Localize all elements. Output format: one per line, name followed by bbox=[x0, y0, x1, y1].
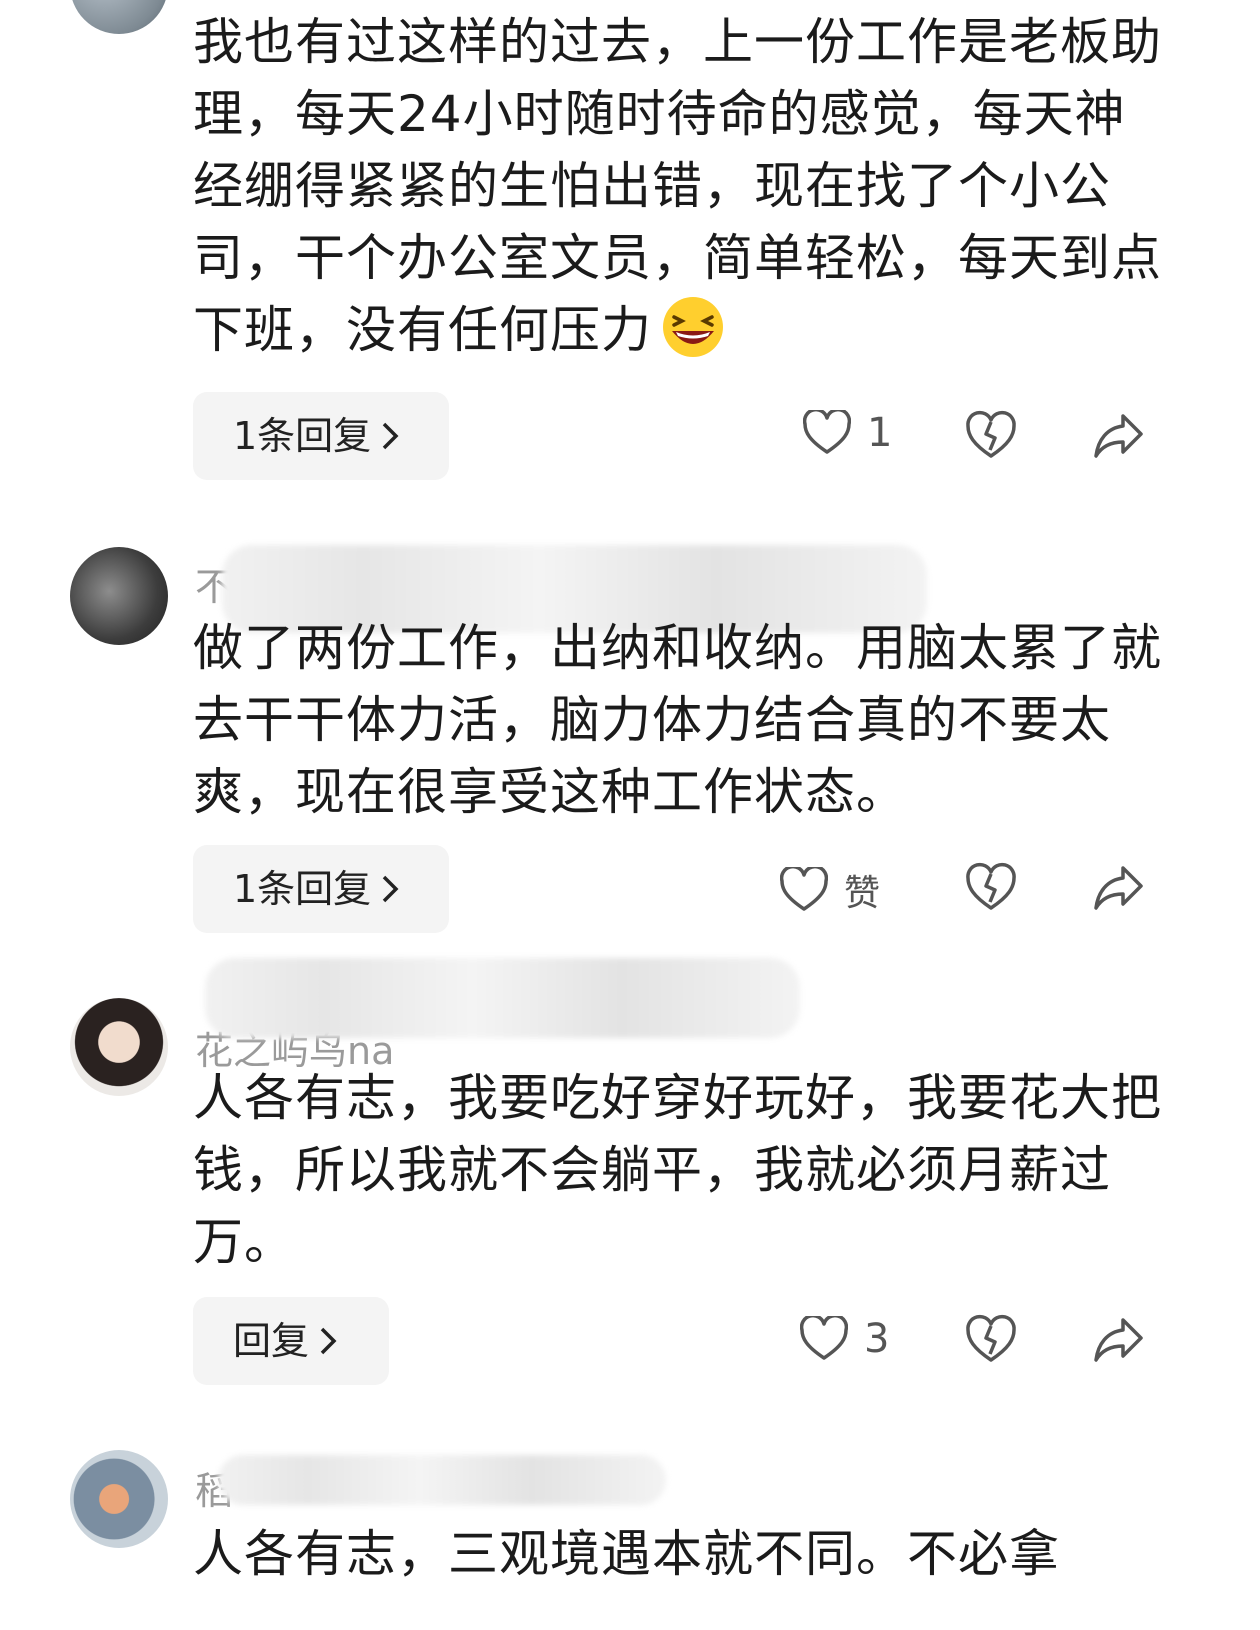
dislike-button[interactable] bbox=[965, 862, 1017, 914]
comment-text: 做了两份工作，出纳和收纳。用脑太累了就去干干体力活，脑力体力结合真的不要太爽，现… bbox=[193, 619, 1162, 821]
blurred-username bbox=[218, 1455, 666, 1505]
broken-heart-icon bbox=[966, 410, 1016, 458]
broken-heart-icon bbox=[966, 1314, 1016, 1362]
share-button[interactable] bbox=[1093, 862, 1145, 914]
chevron-right-icon bbox=[319, 1326, 337, 1356]
share-arrow-icon bbox=[1094, 414, 1143, 458]
heart-outline-icon bbox=[780, 867, 828, 913]
like-button[interactable]: 赞 bbox=[780, 864, 880, 916]
like-count: 1 bbox=[867, 410, 893, 456]
comment-text: 人各有志，三观境遇本就不同。不必拿 bbox=[193, 1525, 1060, 1583]
broken-heart-icon bbox=[966, 862, 1016, 910]
like-count: 赞 bbox=[844, 873, 881, 914]
avatar[interactable] bbox=[70, 547, 168, 645]
dislike-button[interactable] bbox=[965, 410, 1017, 462]
reply-button[interactable]: 回复 bbox=[193, 1297, 389, 1385]
laughing-face-icon bbox=[656, 295, 730, 359]
comment-text: 人各有志，我要吃好穿好玩好，我要花大把钱，所以我就不会躺平，我就必须月薪过万。 bbox=[193, 1069, 1162, 1271]
like-button[interactable]: 3 bbox=[800, 1316, 889, 1362]
like-count: 3 bbox=[864, 1316, 890, 1362]
comment-text: 我也有过这样的过去，上一份工作是老板助理，每天24小时随时待命的感觉，每天神经绷… bbox=[193, 13, 1162, 359]
share-arrow-icon bbox=[1094, 866, 1143, 910]
heart-outline-icon bbox=[803, 410, 851, 456]
avatar[interactable] bbox=[70, 0, 168, 34]
heart-outline-icon bbox=[800, 1316, 848, 1362]
dislike-button[interactable] bbox=[965, 1314, 1017, 1366]
share-button[interactable] bbox=[1093, 410, 1145, 462]
replies-button[interactable]: 1条回复 bbox=[193, 392, 449, 480]
replies-button[interactable]: 1条回复 bbox=[193, 845, 449, 933]
share-arrow-icon bbox=[1094, 1318, 1143, 1362]
chevron-right-icon bbox=[381, 421, 399, 451]
avatar[interactable] bbox=[70, 998, 168, 1096]
chevron-right-icon bbox=[381, 874, 399, 904]
share-button[interactable] bbox=[1093, 1314, 1145, 1366]
like-button[interactable]: 1 bbox=[803, 410, 892, 456]
avatar[interactable] bbox=[70, 1450, 168, 1548]
blurred-username bbox=[205, 958, 800, 1038]
